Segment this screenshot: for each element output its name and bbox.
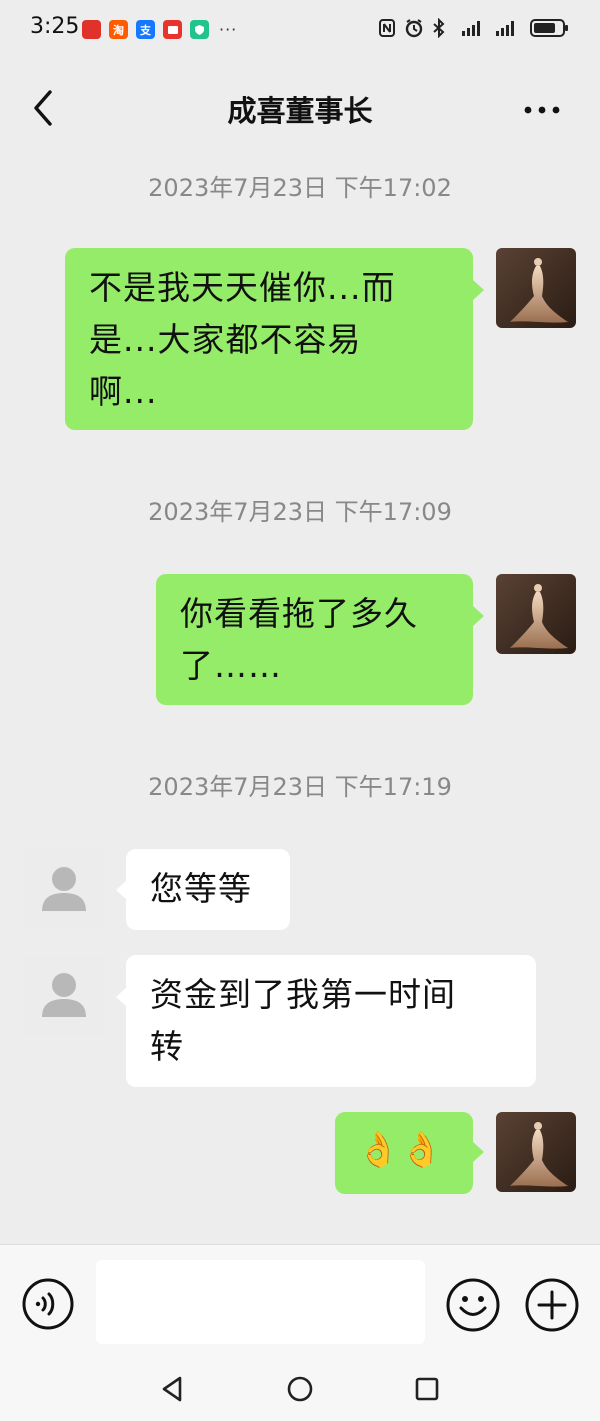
signal-icon-2 [496, 21, 514, 36]
security-shield-icon [190, 20, 209, 39]
message-line: 不是我天天催你...而 [89, 268, 396, 307]
chat-message-list[interactable]: 2023年7月23日 下午17:02 不是我天天催你...而 是...大家都不容… [0, 154, 600, 1244]
system-navigation-bar [0, 1358, 600, 1421]
status-time: 3:25 [30, 14, 80, 39]
my-avatar[interactable] [496, 248, 576, 328]
message-input[interactable] [96, 1260, 425, 1344]
message-line: 是...大家都不容易 [89, 320, 362, 359]
nav-back-icon[interactable] [158, 1374, 188, 1404]
timestamp: 2023年7月23日 下午17:02 [148, 174, 452, 202]
message-line: 您等等 [150, 869, 252, 908]
nfc-icon [379, 19, 395, 37]
voice-input-icon[interactable] [21, 1277, 75, 1331]
bubble-tail [473, 606, 484, 626]
message-line: 你看看拖了多久 [180, 594, 418, 633]
chat-input-bar [0, 1244, 600, 1358]
huawei-mall-icon [82, 20, 101, 39]
bubble-tail [473, 1142, 484, 1162]
sent-message-bubble[interactable]: 不是我天天催你...而 是...大家都不容易 啊... [65, 248, 473, 430]
nav-home-icon[interactable] [285, 1374, 315, 1404]
message-line: 转 [150, 1027, 184, 1066]
chat-title: 成喜董事长 [227, 94, 373, 128]
contact-avatar[interactable] [24, 955, 104, 1035]
ok-hand-emoji: 👌👌 [357, 1130, 444, 1170]
emoji-icon[interactable] [445, 1277, 501, 1333]
received-message-bubble[interactable]: 您等等 [126, 849, 290, 930]
my-avatar[interactable] [496, 574, 576, 654]
more-notifications: ··· [219, 20, 238, 39]
signal-icon-1 [462, 21, 480, 36]
battery-icon [530, 19, 568, 37]
message-line: 啊... [89, 372, 158, 411]
message-line: 了…… [180, 646, 282, 685]
timestamp: 2023年7月23日 下午17:09 [148, 498, 452, 526]
received-message-bubble[interactable]: 资金到了我第一时间 转 [126, 955, 536, 1087]
message-line: 资金到了我第一时间 [150, 975, 456, 1014]
alarm-icon [405, 19, 423, 38]
message-app-icon [163, 20, 182, 39]
bluetooth-icon [433, 18, 445, 38]
alipay-icon: 支 [136, 20, 155, 39]
contact-avatar[interactable] [24, 849, 104, 929]
bubble-tail [473, 280, 484, 300]
chat-header: 成喜董事长 [0, 62, 600, 154]
sent-message-bubble[interactable]: 👌👌 [335, 1112, 473, 1194]
plus-icon[interactable] [524, 1277, 580, 1333]
status-indicators [378, 18, 570, 38]
taobao-icon: 淘 [109, 20, 128, 39]
nav-recents-icon[interactable] [412, 1374, 442, 1404]
status-app-icons: 淘 支 ··· [82, 20, 237, 39]
sent-message-bubble[interactable]: 你看看拖了多久 了…… [156, 574, 473, 705]
more-options-icon[interactable] [522, 90, 562, 130]
timestamp: 2023年7月23日 下午17:19 [148, 773, 452, 801]
my-avatar[interactable] [496, 1112, 576, 1192]
status-bar: 3:25 淘 支 ··· [0, 0, 600, 62]
